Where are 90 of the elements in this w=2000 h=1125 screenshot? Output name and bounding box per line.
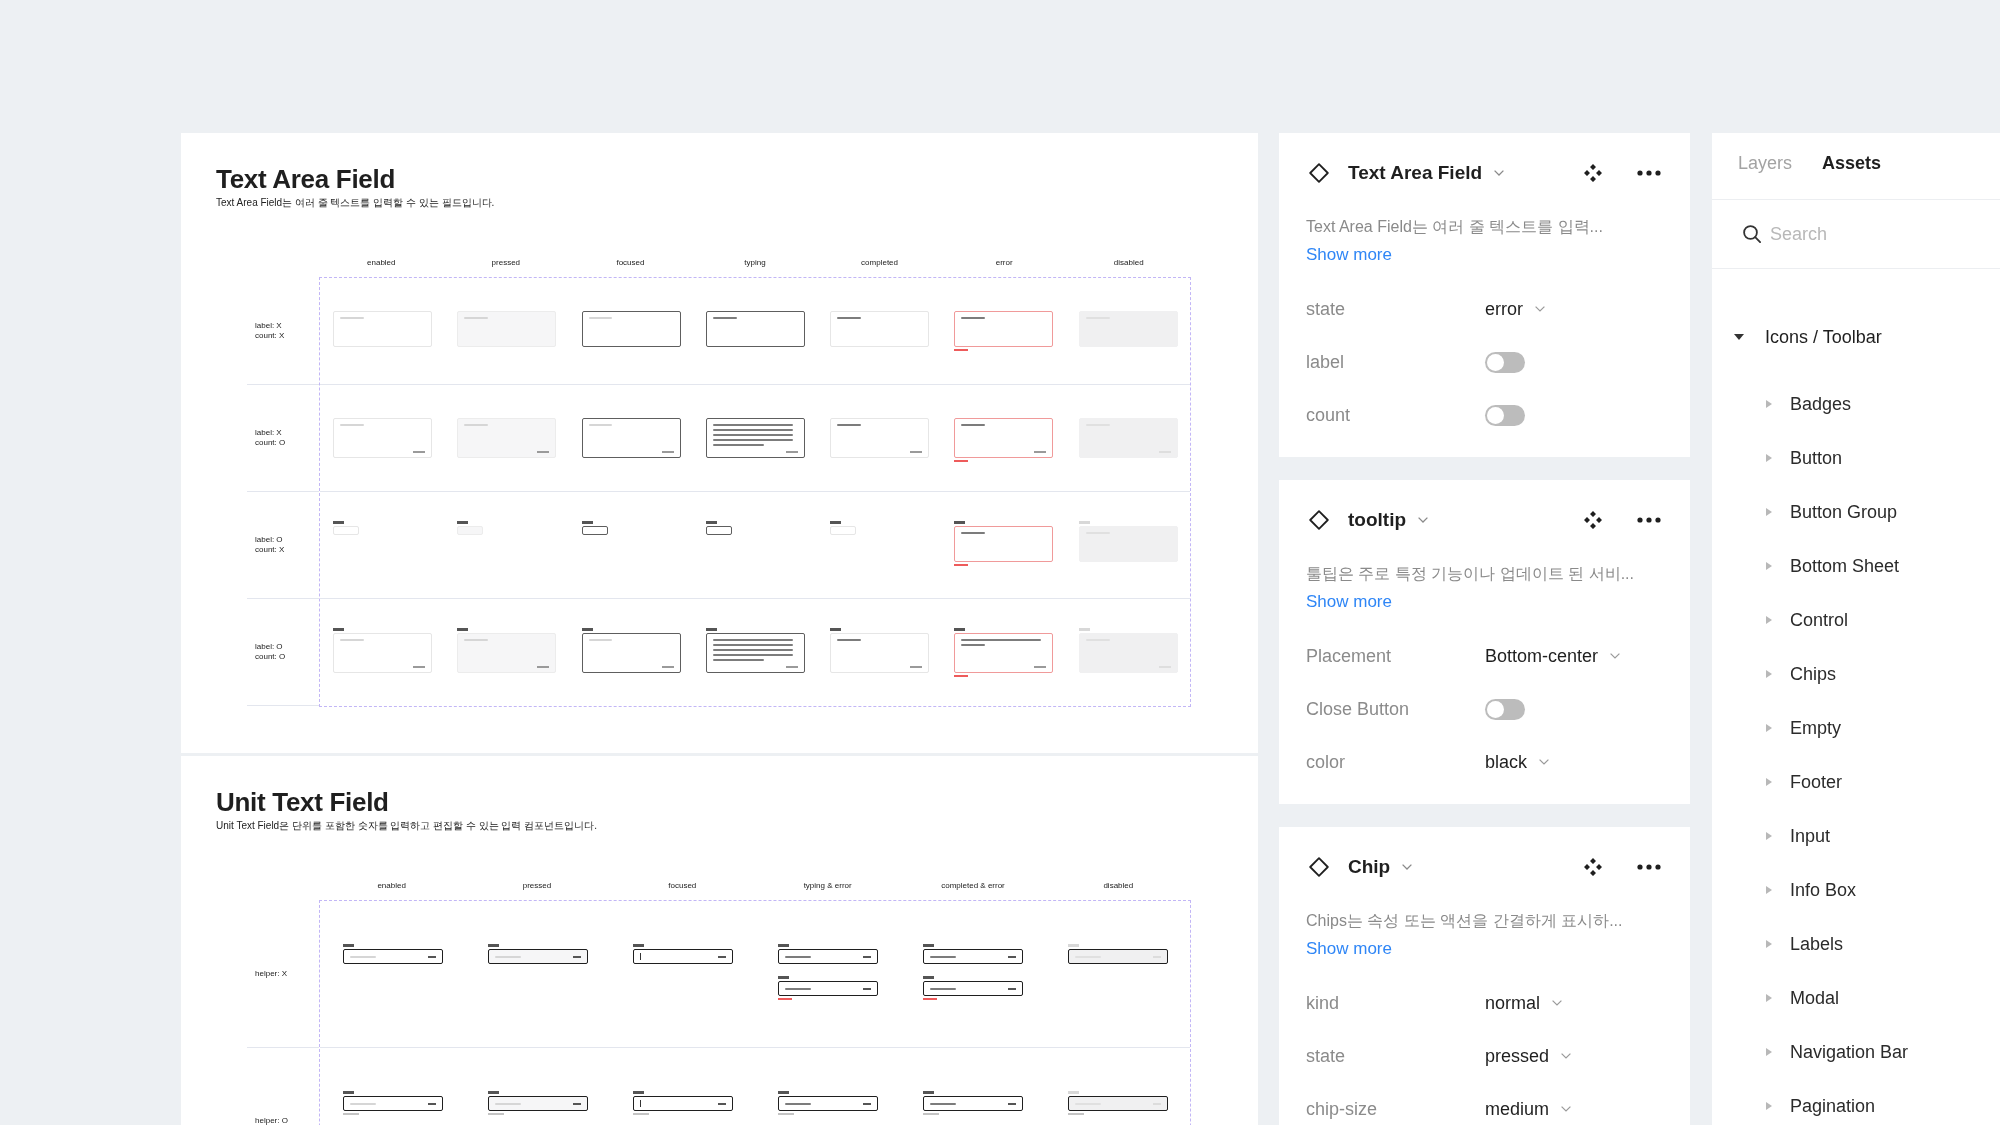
more-icon[interactable] [1637, 864, 1661, 870]
column-header: typing [744, 258, 766, 267]
property-dropdown[interactable]: normal [1485, 992, 1563, 1014]
property-label: count [1306, 404, 1351, 426]
property-label: Close Button [1306, 698, 1410, 720]
column-header: error [995, 258, 1013, 267]
chevron-down-icon [1561, 1106, 1572, 1112]
row-caption: label: O [255, 535, 283, 545]
more-icon[interactable] [1637, 170, 1661, 176]
tree-item[interactable]: Footer [1712, 764, 1843, 800]
row-caption: count: O [255, 438, 286, 448]
component-name-dropdown[interactable]: Chip [1348, 856, 1413, 878]
row-caption: label: X [255, 321, 282, 331]
property-label: state [1306, 298, 1346, 320]
property-label: state [1306, 1045, 1346, 1067]
tree-item[interactable]: Labels [1712, 926, 1844, 962]
column-header: disabled [1113, 258, 1144, 267]
property-dropdown[interactable]: black [1485, 751, 1550, 773]
four-diamonds-icon[interactable] [1584, 164, 1602, 182]
row-caption: count: X [255, 331, 285, 341]
column-header: pressed [522, 881, 552, 890]
column-header: focused [668, 881, 697, 890]
property-dropdown[interactable]: Bottom-center [1485, 645, 1621, 667]
chevron-down-icon [1535, 306, 1545, 312]
tree-item[interactable]: Pagination [1712, 1088, 1876, 1124]
row-caption: helper: O [255, 1116, 288, 1125]
row-caption: helper: X [255, 969, 288, 979]
column-header: disabled [1103, 881, 1134, 890]
column-header: pressed [491, 258, 521, 267]
tree-item[interactable]: Input [1712, 818, 1831, 854]
tree-item[interactable]: Modal [1712, 980, 1840, 1016]
property-label: kind [1306, 992, 1340, 1014]
tree-item[interactable]: Badges [1712, 386, 1852, 422]
chevron-down-icon [1494, 170, 1505, 176]
chevron-down-icon [1402, 864, 1413, 870]
row-caption: label: O [255, 642, 283, 652]
four-diamonds-icon[interactable] [1584, 858, 1602, 876]
column-header: typing & error [803, 881, 852, 890]
component-description: Text Area Field는 여러 줄 텍스트를 입력... [1306, 217, 1603, 237]
diamond-icon [1309, 857, 1329, 877]
tree-item[interactable]: Navigation Bar [1712, 1034, 1909, 1070]
tree-item[interactable]: Button Group [1712, 494, 1898, 530]
row-caption: label: X [255, 428, 282, 438]
tree-item[interactable]: Control [1712, 602, 1849, 638]
show-more-link[interactable]: Show more [1306, 939, 1392, 958]
row-caption: count: O [255, 652, 286, 662]
tree-item[interactable]: Icons / Toolbar [1712, 319, 1882, 355]
component-description: 툴팁은 주로 특정 기능이나 업데이트 된 서비... [1306, 564, 1634, 584]
chevron-down-icon [1418, 517, 1429, 523]
chevron-down-icon [1552, 1000, 1563, 1006]
tree-item[interactable]: Info Box [1712, 872, 1857, 908]
tree-item[interactable]: Bottom Sheet [1712, 548, 1900, 584]
column-header: completed [861, 258, 898, 267]
section-description: Unit Text Field은 단위를 포함한 숫자를 입력하고 편집할 수 있는 입력 컴포넌트입니다. [216, 819, 597, 833]
four-diamonds-icon[interactable] [1584, 511, 1602, 529]
tree-item[interactable]: Empty [1712, 710, 1841, 746]
column-header: completed & error [941, 881, 1005, 890]
component-name-dropdown[interactable]: Text Area Field [1348, 162, 1505, 184]
more-icon[interactable] [1637, 517, 1661, 523]
search-icon [1743, 225, 1761, 243]
property-label: label [1306, 351, 1345, 373]
section-description: Text Area Field는 여러 줄 텍스트를 입력할 수 있는 필드입니다. [216, 196, 495, 210]
section-title: Unit Text Field [216, 786, 389, 818]
column-header: enabled [367, 258, 396, 267]
show-more-link[interactable]: Show more [1306, 245, 1392, 264]
component-name-dropdown[interactable]: tooltip [1348, 509, 1429, 531]
property-dropdown[interactable]: medium [1485, 1098, 1572, 1120]
component-description: Chips는 속성 또는 액션을 간결하게 표시하... [1306, 911, 1623, 931]
chevron-down-icon [1610, 653, 1621, 659]
row-caption: count: X [255, 545, 285, 555]
chevron-down-icon [1539, 759, 1550, 765]
property-dropdown[interactable]: pressed [1485, 1045, 1572, 1067]
panel-tab[interactable]: Assets [1822, 152, 1882, 174]
section-title: Text Area Field [216, 163, 395, 195]
property-dropdown[interactable]: error [1485, 298, 1545, 320]
column-header: focused [616, 258, 645, 267]
toggle-switch[interactable] [1485, 698, 1525, 720]
chevron-down-icon [1561, 1053, 1572, 1059]
tree-item[interactable]: Chips [1712, 656, 1837, 692]
diamond-icon [1309, 510, 1329, 530]
property-label: chip-size [1306, 1098, 1378, 1120]
property-label: Placement [1306, 645, 1392, 667]
search-field[interactable]: Search [1770, 223, 1940, 245]
toggle-switch[interactable] [1485, 404, 1525, 426]
tree-item[interactable]: Button [1712, 440, 1843, 476]
toggle-switch[interactable] [1485, 351, 1525, 373]
show-more-link[interactable]: Show more [1306, 592, 1392, 611]
diamond-icon [1309, 163, 1329, 183]
column-header: enabled [377, 881, 406, 890]
property-label: color [1306, 751, 1345, 773]
